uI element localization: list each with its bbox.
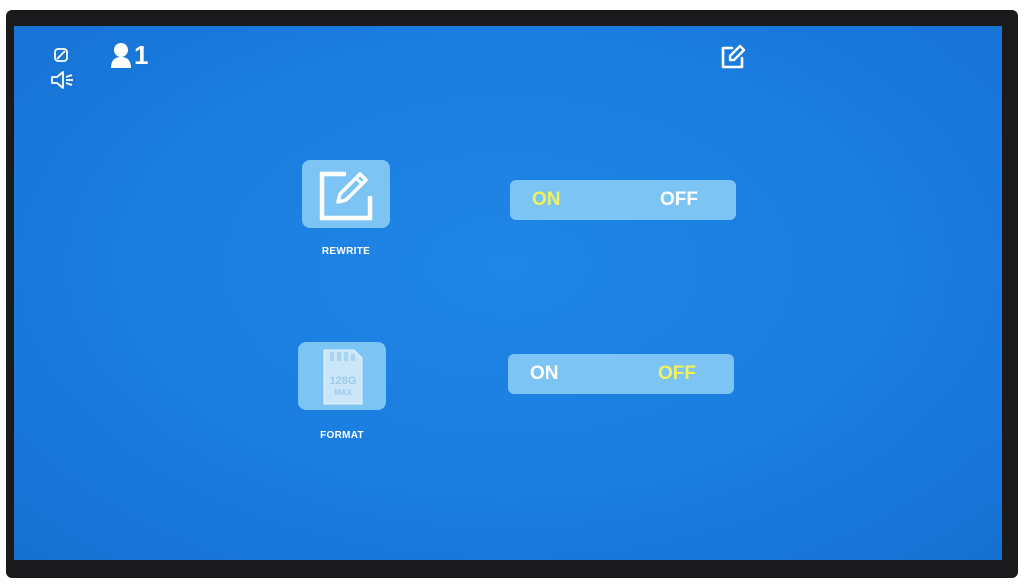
- user-count: 1: [134, 40, 149, 70]
- format-toggle[interactable]: ON OFF: [508, 354, 734, 394]
- speaker-icon: [51, 71, 73, 89]
- sd-card-max: MAX: [334, 388, 352, 397]
- format-icon-button[interactable]: 128G MAX: [298, 342, 386, 410]
- rewrite-label: REWRITE: [321, 246, 371, 257]
- rewrite-on-option[interactable]: ON: [532, 180, 561, 220]
- sd-card-capacity: 128G: [330, 375, 357, 387]
- edit-icon[interactable]: [720, 44, 746, 70]
- format-label: FORMAT: [320, 430, 364, 441]
- format-on-option[interactable]: ON: [530, 354, 559, 394]
- rewrite-icon-button[interactable]: [302, 160, 390, 228]
- rewrite-off-option[interactable]: OFF: [660, 180, 698, 220]
- edit-square-icon: [319, 171, 373, 221]
- camera-off-icon: [54, 48, 68, 62]
- format-off-option[interactable]: OFF: [658, 354, 696, 394]
- rewrite-toggle[interactable]: ON OFF: [510, 180, 736, 220]
- monitor-screen: 1 REWRITE ON OFF 128G MAX FORMAT ON OFF: [14, 26, 1002, 560]
- user-icon: [111, 43, 131, 68]
